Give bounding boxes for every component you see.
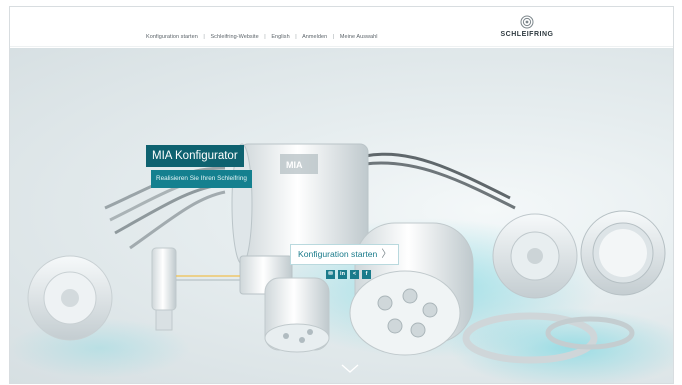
konfiguration-starten-button[interactable]: Konfiguration starten 〉 [290,244,400,265]
product-photo: MIA [10,143,673,383]
chevron-right-icon: 〉 [381,249,392,260]
nav-separator: | [264,34,266,40]
facebook-icon[interactable]: f [362,270,371,279]
nav-anmelden[interactable]: Anmelden [302,34,327,40]
nav-konfiguration-starten[interactable]: Konfiguration starten [146,34,198,40]
header: Konfiguration starten | Schleifring-Webs… [10,7,673,47]
scroll-down-chevron-icon[interactable] [341,364,359,374]
hero-title: MIA Konfigurator [146,145,244,167]
cta-label: Konfiguration starten [298,249,378,259]
page-frame: Konfiguration starten | Schleifring-Webs… [9,6,674,384]
schleifring-logo[interactable]: SCHLEIFRING [497,15,557,45]
hero-banner: MIA MIA Konfigurator Realisieren Sie Ihr… [10,48,673,383]
linkedin-icon[interactable]: in [338,270,347,279]
mia-housing-label: MIA [286,160,303,170]
top-navigation: Konfiguration starten | Schleifring-Webs… [146,34,378,40]
share-icon[interactable]: < [350,270,359,279]
nav-separator: | [295,34,297,40]
nav-english[interactable]: English [271,34,289,40]
nav-separator: | [332,34,335,40]
nav-separator: | [203,34,205,40]
logo-rings-icon [520,15,534,29]
social-share-bar: ✉ in < f [326,270,371,279]
logo-text: SCHLEIFRING [500,31,554,38]
hero-subtitle: Realisieren Sie Ihren Schleifring [151,170,252,188]
mail-icon[interactable]: ✉ [326,270,335,279]
nav-meine-auswahl[interactable]: Meine Auswahl [340,34,378,40]
nav-schleifring-website[interactable]: Schleifring-Website [210,34,258,40]
